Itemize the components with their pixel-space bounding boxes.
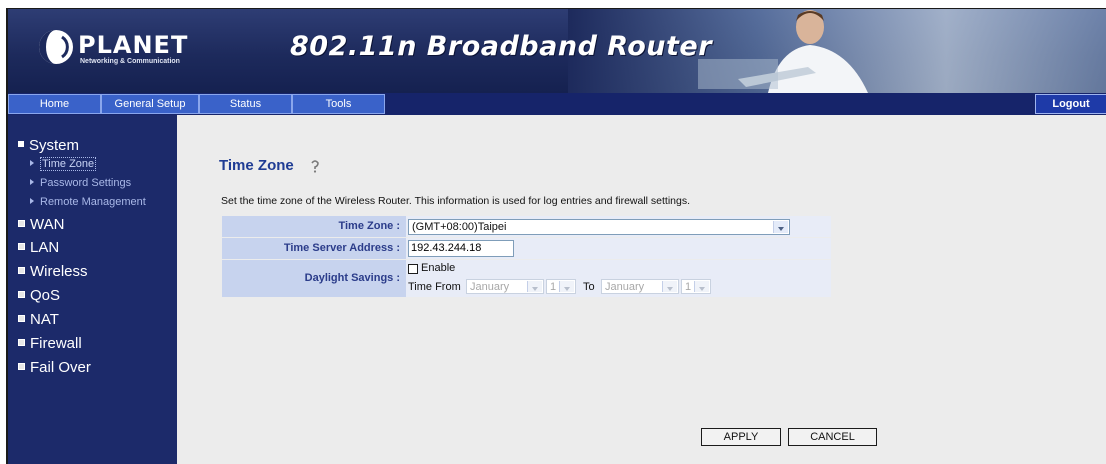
nav-tab-home[interactable]: Home [8, 94, 101, 114]
sidebar-item-label: NAT [30, 311, 59, 328]
to-month-select[interactable]: January [601, 279, 679, 294]
top-navigation-bar: Home General Setup Status Tools Logout [8, 93, 1106, 115]
logo-tagline: Networking & Communication [80, 58, 180, 65]
router-admin-window: PLANET Networking & Communication 802.11… [6, 8, 1106, 464]
daylight-savings-row: Daylight Savings : Enable Time From Janu… [222, 260, 831, 297]
plus-box-icon [18, 314, 25, 322]
plus-box-icon [18, 338, 25, 346]
arrow-right-icon [30, 179, 34, 186]
arrow-right-icon [30, 198, 34, 205]
arrow-right-icon [30, 160, 34, 167]
nav-tab-general-setup[interactable]: General Setup [101, 94, 199, 114]
header-banner: PLANET Networking & Communication 802.11… [8, 9, 1106, 93]
sidebar-item-nat[interactable]: NAT [18, 311, 59, 328]
sidebar-subitem-label: Remote Management [40, 196, 146, 208]
to-day-selected: 1 [685, 281, 692, 293]
chevron-down-icon [559, 281, 574, 292]
sidebar-item-label: LAN [30, 239, 60, 256]
sidebar-item-fail-over[interactable]: Fail Over [18, 359, 91, 376]
page-description: Set the time zone of the Wireless Router… [221, 195, 691, 207]
to-day-select[interactable]: 1 [681, 279, 711, 294]
sidebar-menu: System Time Zone Password Settings Remot… [8, 115, 177, 464]
enable-checkbox[interactable] [408, 264, 418, 274]
sidebar-item-label: Firewall [30, 335, 82, 352]
nav-tab-status[interactable]: Status [199, 94, 292, 114]
page-title: Time Zone [219, 157, 294, 174]
sidebar-subitem-label: Password Settings [40, 177, 132, 189]
cancel-button[interactable]: CANCEL [788, 428, 877, 446]
sidebar-item-label: WAN [30, 216, 65, 233]
time-zone-selected: (GMT+08:00)Taipei [412, 221, 507, 233]
sidebar-item-wan[interactable]: WAN [18, 216, 64, 233]
sidebar-subitem-label: Time Zone [40, 157, 97, 171]
plus-box-icon [18, 219, 25, 227]
sidebar-item-wireless[interactable]: Wireless [18, 263, 88, 280]
to-label: To [583, 281, 595, 293]
time-server-label: Time Server Address : [283, 242, 400, 254]
planet-logo: PLANET Networking & Communication [36, 25, 187, 73]
sidebar-subitem-remote-management[interactable]: Remote Management [30, 196, 146, 208]
from-day-select[interactable]: 1 [546, 279, 576, 294]
chevron-down-icon [662, 281, 677, 292]
plus-box-icon [18, 362, 25, 370]
minus-box-icon [18, 141, 24, 148]
sidebar-item-system[interactable]: System [18, 137, 79, 154]
sidebar-item-label: System [29, 137, 80, 154]
to-month-selected: January [605, 281, 645, 293]
planet-globe-icon [39, 30, 73, 64]
time-server-input[interactable]: 192.43.244.18 [408, 240, 514, 257]
plus-box-icon [18, 266, 25, 274]
daylight-savings-value-cell: Enable Time From January 1 To January 1 [406, 260, 831, 297]
sidebar-subitem-time-zone[interactable]: Time Zone [30, 157, 97, 171]
sidebar-item-firewall[interactable]: Firewall [18, 335, 82, 352]
sidebar-item-label: Fail Over [30, 359, 91, 376]
time-zone-select[interactable]: (GMT+08:00)Taipei [408, 219, 790, 235]
time-zone-row: Time Zone : (GMT+08:00)Taipei [222, 216, 831, 237]
nav-tab-tools[interactable]: Tools [292, 94, 385, 114]
from-month-selected: January [470, 281, 510, 293]
banner-person-photo [698, 10, 868, 93]
from-day-selected: 1 [550, 281, 557, 293]
time-zone-label: Time Zone : [338, 220, 400, 232]
time-from-label: Time From [408, 281, 461, 293]
plus-box-icon [18, 290, 25, 298]
product-title: 802.11n Broadband Router [290, 31, 713, 62]
time-server-value-cell: 192.43.244.18 [406, 238, 831, 259]
from-month-select[interactable]: January [466, 279, 544, 294]
apply-button[interactable]: APPLY [701, 428, 781, 446]
time-server-row: Time Server Address : 192.43.244.18 [222, 238, 831, 259]
sidebar-item-label: QoS [30, 287, 61, 304]
chevron-down-icon [694, 281, 709, 292]
sidebar-subitem-password-settings[interactable]: Password Settings [30, 177, 131, 189]
chevron-down-icon [527, 281, 542, 292]
sidebar-item-qos[interactable]: QoS [18, 287, 60, 304]
logout-button[interactable]: Logout [1035, 94, 1106, 114]
plus-box-icon [18, 242, 25, 250]
sidebar-item-lan[interactable]: LAN [18, 239, 59, 256]
daylight-savings-label: Daylight Savings : [304, 272, 400, 284]
time-zone-value-cell: (GMT+08:00)Taipei [406, 216, 831, 237]
help-icon[interactable] [309, 159, 321, 173]
sidebar-item-label: Wireless [30, 263, 88, 280]
enable-label: Enable [421, 262, 456, 274]
main-content: Time Zone Set the time zone of the Wirel… [177, 115, 1106, 464]
chevron-down-icon [773, 221, 788, 233]
logo-wordmark: PLANET [78, 31, 189, 59]
